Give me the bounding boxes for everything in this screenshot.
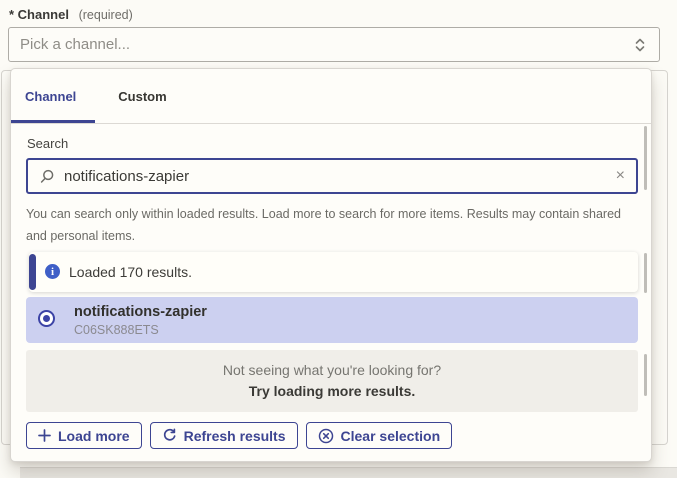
search-icon [40, 169, 55, 184]
banner-text: Loaded 170 results. [69, 264, 192, 280]
hint-action[interactable]: Try loading more results. [26, 381, 638, 402]
footer-buttons: Load more Refresh results Clear selectio… [26, 422, 638, 449]
info-icon: i [45, 264, 60, 279]
scrollbar-thumb[interactable] [644, 354, 647, 396]
field-label-text: * Channel [9, 7, 69, 22]
clear-search-icon[interactable]: × [616, 168, 625, 184]
scrollbar-thumb[interactable] [644, 126, 647, 190]
background-section-edge [20, 467, 677, 478]
field-required-note: (required) [79, 8, 133, 22]
search-label: Search [27, 137, 638, 151]
search-help-text: You can search only within loaded result… [26, 203, 638, 247]
result-title: notifications-zapier [74, 304, 638, 321]
channel-select-placeholder: Pick a channel... [20, 36, 130, 53]
hint-question: Not seeing what you're looking for? [26, 360, 638, 381]
plus-icon [38, 429, 51, 442]
load-more-hint-box: Not seeing what you're looking for? Try … [26, 350, 638, 412]
tab-channel[interactable]: Channel [25, 89, 76, 104]
results-info-banner: i Loaded 170 results. [29, 252, 638, 292]
load-more-button[interactable]: Load more [26, 422, 142, 449]
result-row-notifications-zapier[interactable]: notifications-zapier C06SK888ETS [26, 297, 638, 343]
radio-selected-icon[interactable] [38, 310, 55, 327]
clear-selection-button[interactable]: Clear selection [306, 422, 453, 449]
refresh-results-button[interactable]: Refresh results [150, 422, 298, 449]
channel-dropdown-panel: Channel Custom Search × You can search o… [10, 68, 652, 462]
tab-custom[interactable]: Custom [118, 89, 166, 104]
banner-accent-bar [29, 254, 36, 290]
result-channel-id: C06SK888ETS [74, 323, 638, 338]
search-field: × [26, 158, 638, 194]
chevron-up-down-icon [632, 36, 648, 54]
clear-circle-icon [318, 428, 334, 444]
tab-bar: Channel Custom [11, 69, 651, 124]
active-tab-underline [11, 120, 95, 123]
scrollbar-thumb[interactable] [644, 253, 647, 293]
refresh-icon [162, 428, 177, 443]
panel-content: Search × You can search only within load… [11, 124, 651, 449]
field-label: * Channel (required) [9, 7, 133, 22]
search-input[interactable] [64, 168, 616, 185]
channel-select[interactable]: Pick a channel... [8, 27, 660, 62]
